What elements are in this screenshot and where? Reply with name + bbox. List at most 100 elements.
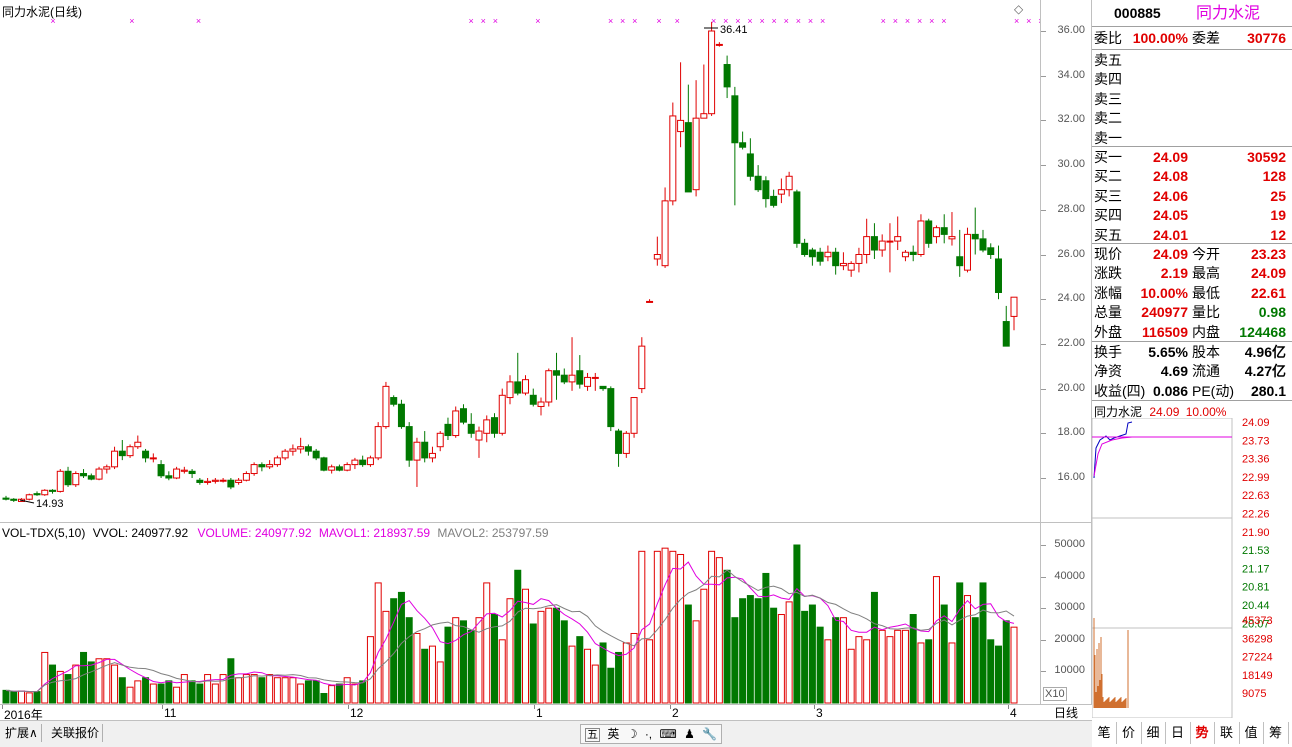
candle (320, 456, 328, 472)
candle (173, 466, 181, 480)
price-tick-label: 26.00 (1057, 247, 1085, 260)
side-tab-0[interactable]: 笔 (1092, 722, 1117, 744)
volume-bar (452, 617, 460, 704)
volume-bar (413, 632, 421, 704)
side-tab-1[interactable]: 价 (1117, 722, 1142, 744)
volume-tick-label: 40000 (1054, 569, 1085, 582)
candle (754, 165, 762, 192)
candle (847, 261, 855, 277)
ime-toolbar: 五 英 ☽ ·, ⌨ ♟ 🔧 (580, 724, 723, 744)
volume-bar (522, 588, 530, 704)
candlestick-chart: ××××××××××××××××××××××××××××××××36.4114.… (2, 16, 1040, 510)
price-chart-panel[interactable]: 同力水泥(日线) ◇ × × × × × × × × × × × × × × × × × × × × × × × × × × × × ×… (0, 0, 1041, 522)
candle (312, 448, 320, 461)
volume-bar (304, 680, 312, 704)
candle (374, 422, 382, 461)
volume-tick-label: 30000 (1054, 601, 1085, 614)
volume-bar (956, 582, 964, 704)
volume-bar (669, 550, 677, 704)
candle (684, 84, 692, 193)
x10-button[interactable]: X10 (1043, 687, 1067, 701)
ime-keyboard-icon[interactable]: ⌨ (660, 727, 677, 741)
mini-volume-tick: 18149 (1242, 670, 1273, 682)
buy-volume: 128 (1262, 168, 1286, 185)
buy-price: 24.01 (1152, 226, 1188, 243)
ime-moon-icon[interactable]: ☽ (627, 727, 638, 741)
volume-bar (149, 683, 157, 704)
ime-settings-icon[interactable]: 🔧 (702, 727, 717, 741)
candle (522, 375, 530, 396)
date-label: 1 (536, 706, 543, 720)
buy-volume: 12 (1270, 226, 1286, 243)
candle (987, 243, 995, 259)
candle (335, 464, 343, 472)
price-tick-label: 30.00 (1057, 158, 1085, 171)
mini-chart-price: 24.09 (1149, 405, 1180, 419)
volume-bar (436, 661, 444, 704)
ime-user-icon[interactable]: ♟ (684, 727, 695, 741)
signal-marker: × (675, 16, 680, 26)
mini-price-tick: 22.99 (1242, 472, 1270, 484)
side-tab-5[interactable]: 联 (1215, 722, 1240, 744)
volume-bar (607, 667, 615, 704)
volume-bar (250, 674, 258, 704)
candle (80, 469, 88, 478)
quote-label: 最低 (1192, 284, 1220, 301)
volume-bar (467, 629, 475, 704)
volume-bar (785, 601, 793, 704)
side-tab-4[interactable]: 势 (1190, 722, 1215, 744)
side-tab-2[interactable]: 细 (1141, 722, 1166, 744)
volume-bar (576, 636, 584, 704)
expand-button[interactable]: 扩展∧ (2, 724, 42, 742)
side-tab-7[interactable]: 筹 (1264, 722, 1289, 744)
candle (475, 426, 483, 458)
volume-bar (793, 544, 801, 704)
volume-bar (459, 620, 467, 704)
candle (739, 131, 747, 150)
related-quotes-button[interactable]: 关联报价 (48, 724, 104, 742)
volume-bar (2, 689, 10, 704)
buy-price: 24.08 (1152, 168, 1188, 185)
intraday-mini-chart[interactable]: 24.09 23.73 23.36 22.99 22.63 22.26 21.90 21.53… (1092, 418, 1292, 718)
ime-five-icon[interactable]: 五 (585, 728, 600, 742)
ime-english-icon[interactable]: 英 (607, 727, 619, 741)
candle (33, 491, 41, 496)
volume-bar (808, 604, 816, 704)
side-tab-6[interactable]: 值 (1239, 722, 1264, 744)
volume-bar (545, 607, 553, 704)
candle (777, 178, 785, 204)
price-tick-label: 18.00 (1057, 426, 1085, 439)
volume-bar (49, 664, 57, 704)
volume-bar (134, 680, 142, 704)
signal-marker: × (905, 16, 910, 26)
volume-bar (723, 569, 731, 704)
quote-label: 涨幅 (1094, 284, 1122, 301)
volume-bar (25, 692, 33, 704)
period-tab-daily[interactable]: 日线 (1041, 704, 1091, 721)
volume-bar (591, 664, 599, 704)
volume-bar (72, 664, 80, 704)
side-tab-3[interactable]: 日 (1166, 722, 1191, 744)
fund-label: PE(动) (1192, 382, 1234, 399)
candle (134, 435, 142, 449)
volume-panel[interactable]: VOL-TDX(5,10) VVOL: 240977.92 VOLUME: 24… (0, 522, 1041, 705)
candle (731, 86, 739, 206)
quote-value: 24.09 (1250, 265, 1286, 282)
buy-label: 买二 (1094, 168, 1122, 185)
candle (762, 176, 770, 208)
volume-bar (863, 639, 871, 704)
volume-bar (483, 582, 491, 704)
weicha-value: 30776 (1247, 30, 1286, 46)
sell-label: 卖一 (1094, 129, 1122, 146)
candle (878, 234, 886, 257)
volume-bar (41, 651, 49, 704)
candle (289, 444, 297, 456)
mini-price-tick: 20.81 (1242, 582, 1270, 594)
mini-volume-tick: 36298 (1242, 633, 1273, 645)
ime-punct-icon[interactable]: ·, (645, 727, 652, 741)
candle (10, 498, 18, 502)
candle (421, 431, 429, 463)
volume-bar (746, 595, 754, 704)
signal-marker: × (941, 16, 946, 26)
candle (483, 415, 491, 443)
